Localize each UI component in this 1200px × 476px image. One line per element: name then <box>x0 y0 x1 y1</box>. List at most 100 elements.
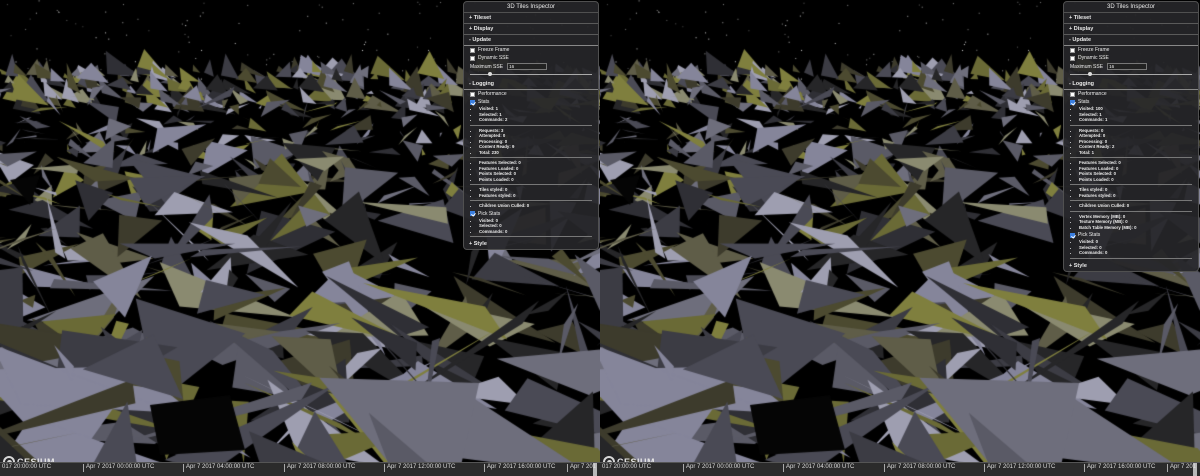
divider <box>1070 184 1192 185</box>
checkbox-box[interactable] <box>470 91 475 97</box>
timeline-tick: Apr 7 2017 08:00:00 UTC <box>883 464 956 472</box>
stats-group: Features Selected: 0Features Loaded: 0Po… <box>1064 160 1198 183</box>
pick-stats-list: Visited: 0Selected: 0Commands: 0 <box>1064 239 1198 257</box>
section-update[interactable]: - Update <box>1064 35 1198 46</box>
stat-item: Commands: 1 <box>1079 117 1198 123</box>
timeline-cursor[interactable] <box>1193 463 1197 476</box>
divider <box>1070 257 1192 259</box>
section-style[interactable]: + Style <box>1064 261 1198 271</box>
checkbox-box[interactable] <box>470 55 475 61</box>
stat-item: Features styled: 0 <box>1079 193 1198 199</box>
divider <box>1070 124 1192 126</box>
timeline-tick: Apr 7 2017 00:00:00 UTC <box>682 464 755 472</box>
section-tileset[interactable]: + Tileset <box>464 13 598 24</box>
right-eye-view[interactable]: CESIUM 017 20:00:00 UTC Apr 7 2017 00:00… <box>600 0 1200 476</box>
tiles-inspector-panel: 3D Tiles Inspector + Tileset + Display -… <box>463 1 599 250</box>
stat-item: Features styled: 0 <box>479 193 598 199</box>
timeline[interactable]: 017 20:00:00 UTC Apr 7 2017 00:00:00 UTC… <box>600 462 1200 476</box>
stats-group: Tiles styled: 0Features styled: 0 <box>464 187 598 199</box>
stats-group: Tiles styled: 0Features styled: 0 <box>1064 187 1198 199</box>
checkbox-box-checked[interactable] <box>470 211 475 216</box>
pick-stats-checkbox[interactable]: Pick Stats <box>1064 231 1198 239</box>
checkbox-box-checked[interactable] <box>1070 232 1075 238</box>
tiles-inspector-panel: 3D Tiles Inspector + Tileset + Display -… <box>1063 1 1199 272</box>
stat-item: Batch Table Memory (MB): 0 <box>1079 225 1198 231</box>
checkbox-box[interactable] <box>1070 91 1075 97</box>
timeline-tick: 017 20:00:00 UTC <box>602 464 652 470</box>
maximum-sse-input[interactable] <box>507 63 548 70</box>
checkbox-box[interactable] <box>470 47 475 53</box>
section-tileset[interactable]: + Tileset <box>1064 13 1198 24</box>
stat-item: Total: 1 <box>1079 150 1198 156</box>
freeze-frame-checkbox[interactable]: Freeze Frame <box>464 46 598 54</box>
section-style[interactable]: + Style <box>464 239 598 249</box>
maximum-sse-row: Maximum SSE <box>1064 62 1198 71</box>
maximum-sse-input[interactable] <box>1107 63 1148 70</box>
dynamic-sse-checkbox[interactable]: Dynamic SSE <box>1064 54 1198 62</box>
section-logging[interactable]: - Logging <box>464 79 598 90</box>
stats-list: Visited: 100Selected: 1Commands: 1 Reques… <box>1064 106 1198 231</box>
freeze-frame-checkbox[interactable]: Freeze Frame <box>1064 46 1198 54</box>
stats-checkbox[interactable]: Stats <box>1064 98 1198 106</box>
stats-group: Requests: 3Attempted: 0Processing: 0Cont… <box>464 128 598 157</box>
timeline[interactable]: 017 20:00:00 UTC Apr 7 2017 00:00:00 UTC… <box>0 462 600 476</box>
timeline-tick: Apr 7 2017 16:00:00 UTC <box>1083 464 1156 472</box>
performance-checkbox[interactable]: Performance <box>464 90 598 98</box>
stats-group: Visited: 0Selected: 0Commands: 0 <box>1064 239 1198 257</box>
stats-group: Children Union Culled: 0 <box>1064 203 1198 210</box>
maximum-sse-slider[interactable] <box>470 71 592 77</box>
divider <box>470 124 592 126</box>
stats-group: Visited: 0Selected: 0Commands: 0 <box>464 218 598 236</box>
slider-thumb[interactable] <box>1087 72 1092 76</box>
dynamic-sse-checkbox[interactable]: Dynamic SSE <box>464 54 598 62</box>
inspector-title: 3D Tiles Inspector <box>1064 2 1198 13</box>
stats-group: Vertex Memory (MB): 0Texture Memory (MB)… <box>1064 214 1198 232</box>
section-update[interactable]: - Update <box>464 35 598 46</box>
stats-group: Requests: 0Attempted: 0Processing: 0Cont… <box>1064 128 1198 157</box>
maximum-sse-slider[interactable] <box>1070 71 1192 77</box>
maximum-sse-label: Maximum SSE <box>1070 63 1104 70</box>
timeline-tick: Apr 7 2017 12:00:00 UTC <box>983 464 1056 472</box>
checkbox-box-checked[interactable] <box>1070 99 1075 105</box>
timeline-tick: Apr 7 2017 08:00:00 UTC <box>283 464 356 472</box>
inspector-title: 3D Tiles Inspector <box>464 2 598 13</box>
stats-list: Visited: 1Selected: 1Commands: 2 Requests… <box>464 106 598 210</box>
stat-item: Commands: 0 <box>1079 250 1198 256</box>
stat-item: Points Loaded: 0 <box>1079 177 1198 183</box>
stats-group: Features Selected: 0Features Loaded: 0Po… <box>464 160 598 183</box>
divider <box>1070 157 1192 158</box>
divider <box>470 200 592 201</box>
checkbox-box-checked[interactable] <box>470 99 475 105</box>
checkbox-box[interactable] <box>1070 55 1075 61</box>
divider <box>470 184 592 185</box>
section-display[interactable]: + Display <box>1064 24 1198 35</box>
stat-item: Children Union Culled: 0 <box>1079 203 1198 209</box>
stats-group: Visited: 1Selected: 1Commands: 2 <box>464 106 598 124</box>
stat-item: Commands: 0 <box>479 229 598 235</box>
timeline-tick: Apr 7 2017 16:00:00 UTC <box>483 464 556 472</box>
slider-thumb[interactable] <box>487 72 492 76</box>
maximum-sse-row: Maximum SSE <box>464 62 598 71</box>
pick-stats-checkbox[interactable]: Pick Stats <box>464 210 598 218</box>
pick-stats-list: Visited: 0Selected: 0Commands: 0 <box>464 218 598 236</box>
timeline-cursor[interactable] <box>593 463 597 476</box>
performance-checkbox[interactable]: Performance <box>1064 90 1198 98</box>
timeline-tick: 017 20:00:00 UTC <box>2 464 52 470</box>
stat-item: Commands: 2 <box>479 117 598 123</box>
timeline-tick: Apr 7 2017 04:00:00 UTC <box>182 464 255 472</box>
stat-item: Children Union Culled: 0 <box>479 203 598 209</box>
left-eye-view[interactable]: CESIUM 017 20:00:00 UTC Apr 7 2017 00:00… <box>0 0 600 476</box>
divider <box>1070 200 1192 201</box>
section-display[interactable]: + Display <box>464 24 598 35</box>
checkbox-box[interactable] <box>1070 47 1075 53</box>
timeline-tick: Apr 7 2017 04:00:00 UTC <box>782 464 855 472</box>
stats-group: Visited: 100Selected: 1Commands: 1 <box>1064 106 1198 124</box>
divider <box>1070 210 1192 212</box>
divider <box>470 236 592 237</box>
stats-checkbox[interactable]: Stats <box>464 98 598 106</box>
divider <box>470 157 592 158</box>
maximum-sse-label: Maximum SSE <box>470 63 504 70</box>
stat-item: Points Loaded: 0 <box>479 177 598 183</box>
section-logging[interactable]: - Logging <box>1064 79 1198 90</box>
stat-item: Total: 230 <box>479 150 598 156</box>
